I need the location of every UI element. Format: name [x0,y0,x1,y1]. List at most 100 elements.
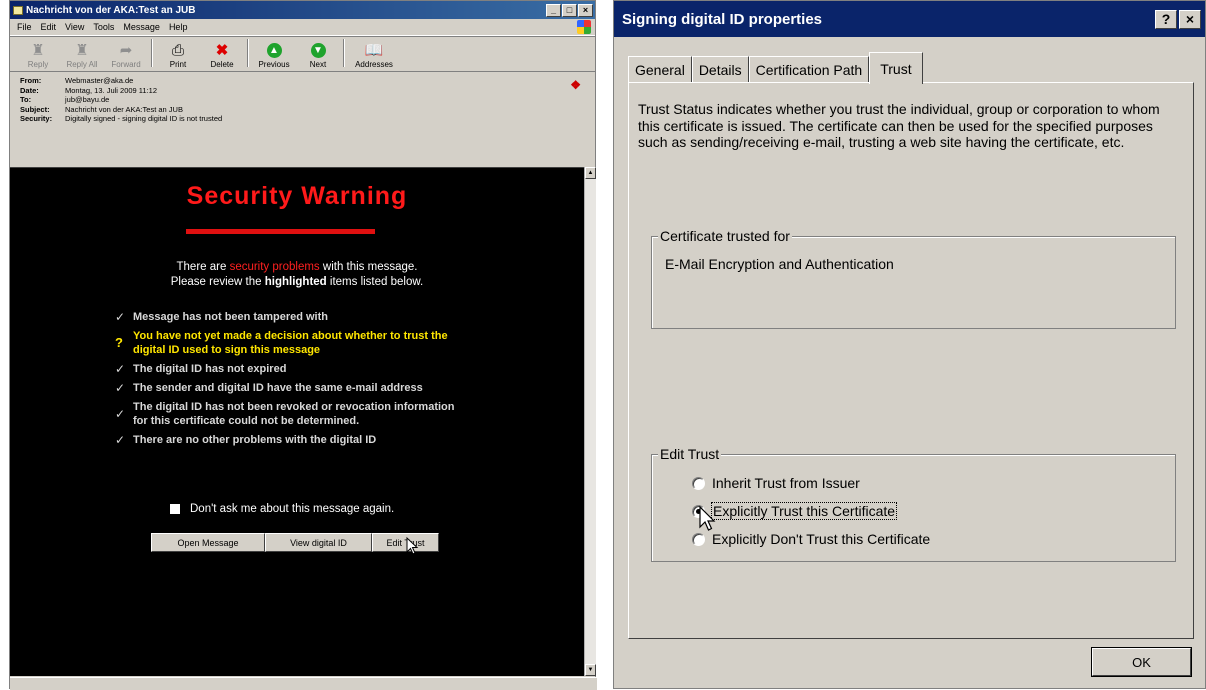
tab-details[interactable]: Details [691,56,749,83]
menu-tools[interactable]: Tools [93,22,114,32]
from-label: From: [20,76,42,85]
tab-general[interactable]: General [628,56,692,83]
delete-label: Delete [210,60,234,69]
vertical-scrollbar[interactable]: ▲ ▼ [584,167,596,676]
ok-button[interactable]: OK [1092,648,1191,676]
menu-message[interactable]: Message [123,22,160,32]
check-icon: ✓ [115,362,126,376]
dialog-title: Signing digital ID properties [622,10,823,28]
security-ribbon-icon[interactable]: ❖ [570,78,581,92]
delete-button[interactable]: ✖ Delete [200,37,244,69]
inherit-trust-label: Inherit Trust from Issuer [712,475,860,491]
to-value: jub@bayu.de [65,95,110,104]
minimize-button[interactable]: _ [546,3,561,17]
menu-help[interactable]: Help [169,22,188,32]
toolbar-separator [247,39,249,67]
envelope-icon [13,5,23,15]
inherit-trust-radio[interactable]: Inherit Trust from Issuer [692,475,860,491]
message-headers: From: Webmaster@aka.de Date: Montag, 13. J… [10,72,595,130]
properties-dialog: Signing digital ID properties ? × Genera… [613,0,1206,689]
question-icon: ? [115,335,123,350]
check-icon: ✓ [115,433,126,447]
reply-icon: ♜ [31,42,45,59]
check-icon: ✓ [115,310,126,324]
message-window-title: Nachricht von der AKA:Test an JUB [26,4,196,16]
next-icon: ▼ [310,43,326,58]
dont-ask-checkbox-row[interactable]: Don't ask me about this message again. [170,503,394,515]
list-item-text: The digital ID has not expired [133,363,287,375]
radio-button[interactable] [692,476,705,490]
trust-description: Trust Status indicates whether you trust… [638,101,1160,150]
title-underline [186,229,375,234]
security-warning-intro: There are security problems with this me… [10,260,584,290]
list-item-text: There are no other problems with the dig… [133,434,377,446]
reply-all-button[interactable]: ♜ Reply All [60,37,104,69]
addresses-button[interactable]: 📖 Addresses [348,37,400,69]
trusted-for-value: E-Mail Encryption and Authentication [665,256,894,272]
scroll-up-icon[interactable]: ▲ [585,167,596,179]
security-check-list: ✓ Message has not been tampered with ? Y… [115,310,475,452]
scroll-down-icon[interactable]: ▼ [585,664,596,676]
next-label: Next [309,60,327,69]
list-item: ✓ The sender and digital ID have the sam… [115,381,475,395]
list-item: ✓ The digital ID has not been revoked or… [115,400,475,428]
edit-trust-label: Edit Trust [658,446,722,462]
help-button[interactable]: ? [1155,9,1177,29]
security-warning-title: Security Warning [186,182,408,210]
list-item-text: The sender and digital ID have the same … [133,382,423,394]
message-titlebar[interactable]: Nachricht von der AKA:Test an JUB _ □ × [10,1,595,19]
maximize-button[interactable]: □ [562,3,577,17]
list-item-text: Message has not been tampered with [133,311,328,323]
view-digital-id-button[interactable]: View digital ID [265,533,372,552]
print-button[interactable]: ⎙ Print [156,37,200,69]
dialog-titlebar[interactable]: Signing digital ID properties ? × [614,1,1205,37]
forward-icon: ➦ [119,42,133,59]
edit-trust-button[interactable]: Edit Trust [372,533,439,552]
reply-button[interactable]: ♜ Reply [16,37,60,69]
menu-file[interactable]: File [17,22,32,32]
reply-all-label: Reply All [66,60,98,69]
mouse-cursor-icon [699,505,716,531]
mouse-cursor-icon [406,536,419,555]
intro-text: with this message. [319,261,418,273]
open-message-button[interactable]: Open Message [151,533,265,552]
explicitly-trust-label: Explicitly Trust this Certificate [710,502,898,520]
toolbar: ♜ Reply ♜ Reply All ➦ Forward ⎙ Print ✖ … [10,36,595,72]
next-button[interactable]: ▼ Next [296,37,340,69]
addresses-icon: 📖 [364,42,384,59]
reply-all-icon: ♜ [75,42,89,59]
print-label: Print [169,60,187,69]
tab-strip: General Details Certification Path Trust [628,51,923,84]
explicitly-dont-trust-radio[interactable]: Explicitly Don't Trust this Certificate [692,531,930,547]
status-bar [10,677,597,690]
explicitly-trust-radio[interactable]: Explicitly Trust this Certificate [692,502,898,520]
tab-trust[interactable]: Trust [869,52,923,84]
list-item: ✓ The digital ID has not expired [115,362,475,376]
date-value: Montag, 13. Juli 2009 11:12 [65,85,158,95]
forward-button[interactable]: ➦ Forward [104,37,148,69]
print-icon: ⎙ [171,42,184,59]
menu-bar: File Edit View Tools Message Help [10,19,595,36]
tab-certification-path[interactable]: Certification Path [748,56,870,83]
dont-ask-checkbox[interactable] [170,504,180,514]
list-item-text: The digital ID has not been revoked or r… [133,401,455,427]
previous-button[interactable]: ▲ Previous [252,37,296,69]
list-item: ✓ There are no other problems with the d… [115,433,475,447]
forward-label: Forward [111,60,141,69]
menu-view[interactable]: View [65,22,84,32]
menu-edit[interactable]: Edit [41,22,57,32]
previous-icon: ▲ [266,43,282,58]
explicitly-dont-trust-label: Explicitly Don't Trust this Certificate [712,531,931,547]
trusted-for-label: Certificate trusted for [658,228,792,244]
close-button[interactable]: × [578,3,593,17]
intro-bold: highlighted [264,276,327,288]
date-label: Date: [20,85,39,95]
from-value: Webmaster@aka.de [65,76,134,85]
message-window: Nachricht von der AKA:Test an JUB _ □ × … [9,0,597,690]
reply-label: Reply [27,60,49,69]
radio-button[interactable] [692,532,705,546]
windows-logo-icon [577,20,591,34]
toolbar-separator [151,39,153,67]
toolbar-separator [343,39,345,67]
dialog-close-button[interactable]: × [1179,9,1201,29]
